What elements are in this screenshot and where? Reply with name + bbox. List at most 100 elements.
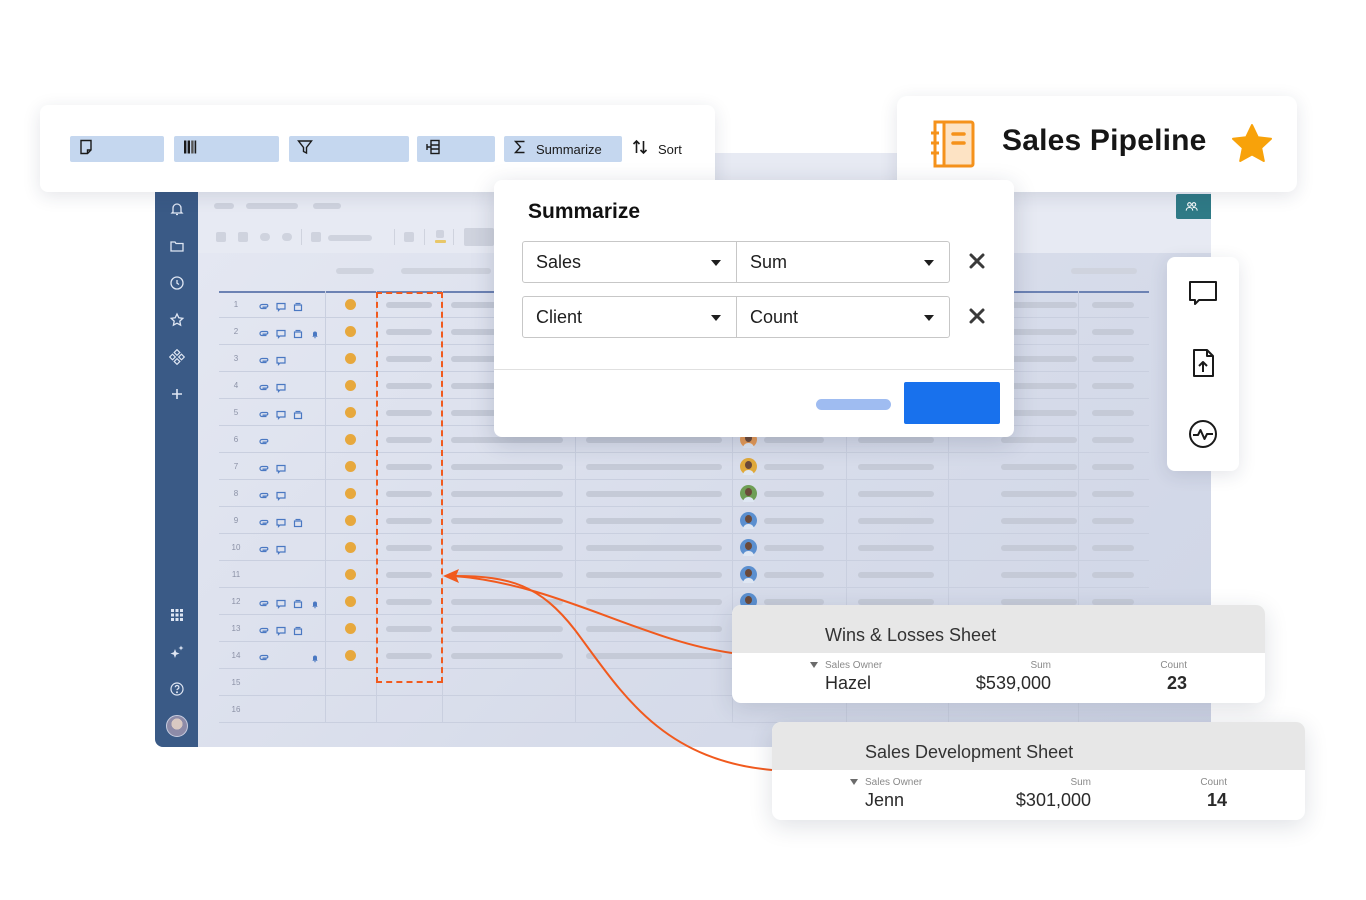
cell-placeholder xyxy=(1001,545,1077,551)
caret-down-icon xyxy=(711,260,721,266)
comment-icon[interactable] xyxy=(276,542,286,555)
create-plus-icon[interactable] xyxy=(166,383,187,404)
ok-button[interactable] xyxy=(904,382,1000,424)
attach-icon[interactable] xyxy=(259,326,269,337)
reminder-icon[interactable] xyxy=(310,596,320,609)
cell-placeholder xyxy=(1001,437,1077,443)
count-label: Count xyxy=(1160,660,1187,671)
attach-icon[interactable] xyxy=(259,515,269,526)
comment-icon[interactable] xyxy=(276,488,286,501)
attach-icon[interactable] xyxy=(259,380,269,391)
comment-icon[interactable] xyxy=(276,461,286,474)
assignee-avatar[interactable] xyxy=(740,566,757,583)
table-row[interactable]: 8 xyxy=(219,480,1149,507)
cell-placeholder xyxy=(586,464,722,470)
proof-icon[interactable] xyxy=(293,623,303,636)
comment-icon[interactable] xyxy=(1187,277,1219,309)
file-upload-icon[interactable] xyxy=(1187,347,1219,379)
attach-icon[interactable] xyxy=(259,434,269,445)
table-row[interactable]: 10 xyxy=(219,534,1149,561)
assignee-avatar[interactable] xyxy=(740,539,757,556)
assignee-avatar[interactable] xyxy=(740,458,757,475)
folder-icon[interactable] xyxy=(166,235,187,256)
comment-icon[interactable] xyxy=(276,299,286,312)
comment-icon[interactable] xyxy=(276,596,286,609)
function-select[interactable]: Count xyxy=(737,297,949,337)
table-row[interactable]: 9 xyxy=(219,507,1149,534)
attach-icon[interactable] xyxy=(259,542,269,553)
divider xyxy=(301,229,302,245)
columns-button[interactable] xyxy=(174,136,279,162)
summary-result-card: Wins & Losses Sheet Sales Owner Hazel Su… xyxy=(732,605,1265,703)
summary-result-card: Sales Development Sheet Sales Owner Jenn… xyxy=(772,722,1305,820)
hierarchy-icon xyxy=(425,139,441,160)
sheet-title-card: Sales Pipeline xyxy=(897,96,1297,192)
filter-button[interactable] xyxy=(289,136,409,162)
assignee-avatar[interactable] xyxy=(740,512,757,529)
cell-placeholder xyxy=(586,572,722,578)
attach-icon[interactable] xyxy=(259,623,269,634)
field-select[interactable]: Sales xyxy=(523,242,737,282)
cell-placeholder xyxy=(1001,491,1077,497)
favorite-star-icon[interactable] xyxy=(1230,122,1274,166)
help-icon[interactable] xyxy=(166,678,187,699)
reminder-icon[interactable] xyxy=(310,650,320,663)
reminder-icon[interactable] xyxy=(310,326,320,339)
row-number: 14 xyxy=(231,651,241,660)
attach-icon[interactable] xyxy=(259,461,269,472)
sum-label: Sum xyxy=(1030,660,1051,671)
hierarchy-button[interactable] xyxy=(417,136,495,162)
collapse-triangle-icon[interactable] xyxy=(810,662,818,668)
comment-icon[interactable] xyxy=(276,353,286,366)
proof-icon[interactable] xyxy=(293,299,303,312)
proof-icon[interactable] xyxy=(293,326,303,339)
activity-icon[interactable] xyxy=(1187,418,1219,450)
caret-down-icon xyxy=(924,315,934,321)
cancel-button[interactable] xyxy=(816,399,891,410)
cell-placeholder xyxy=(1092,356,1134,362)
comment-icon[interactable] xyxy=(276,515,286,528)
cell-placeholder xyxy=(1092,491,1134,497)
table-row[interactable]: 7 xyxy=(219,453,1149,480)
new-sheet-button[interactable] xyxy=(70,136,164,162)
columns-icon xyxy=(182,139,198,160)
comment-icon[interactable] xyxy=(276,623,286,636)
user-avatar[interactable] xyxy=(166,715,188,737)
workapps-icon[interactable] xyxy=(166,346,187,367)
remove-row-close-icon[interactable] xyxy=(968,307,988,327)
row-number: 16 xyxy=(231,705,241,714)
ai-sparkle-icon[interactable] xyxy=(166,641,187,662)
attach-icon[interactable] xyxy=(259,407,269,418)
notifications-icon[interactable] xyxy=(166,198,187,219)
attach-icon[interactable] xyxy=(259,353,269,364)
sum-value: $301,000 xyxy=(1015,790,1091,810)
comment-icon[interactable] xyxy=(276,380,286,393)
proof-icon[interactable] xyxy=(293,596,303,609)
attach-icon[interactable] xyxy=(259,488,269,499)
proof-icon[interactable] xyxy=(293,407,303,420)
attach-icon[interactable] xyxy=(259,650,269,661)
attach-icon[interactable] xyxy=(259,596,269,607)
status-dot xyxy=(345,434,356,445)
field-select[interactable]: Client xyxy=(523,297,737,337)
toolbar: Summarize Sort xyxy=(40,105,715,192)
summarize-button[interactable]: Summarize xyxy=(504,136,622,162)
function-select[interactable]: Sum xyxy=(737,242,949,282)
table-row[interactable]: 11 xyxy=(219,561,1149,588)
attach-icon[interactable] xyxy=(259,299,269,310)
comment-icon[interactable] xyxy=(276,407,286,420)
assignee-avatar[interactable] xyxy=(740,485,757,502)
favorites-star-icon[interactable] xyxy=(166,309,187,330)
collapse-triangle-icon[interactable] xyxy=(850,779,858,785)
app-launcher-grid-icon[interactable] xyxy=(166,604,187,625)
recents-clock-icon[interactable] xyxy=(166,272,187,293)
field-select-value: Client xyxy=(536,306,583,327)
comment-icon[interactable] xyxy=(276,326,286,339)
remove-row-close-icon[interactable] xyxy=(968,252,988,272)
share-button[interactable] xyxy=(1176,194,1211,219)
row-number: 4 xyxy=(233,381,239,390)
dialog-title: Summarize xyxy=(528,200,641,223)
proof-icon[interactable] xyxy=(293,515,303,528)
cell-placeholder xyxy=(586,437,722,443)
sort-button[interactable]: Sort xyxy=(631,136,682,162)
